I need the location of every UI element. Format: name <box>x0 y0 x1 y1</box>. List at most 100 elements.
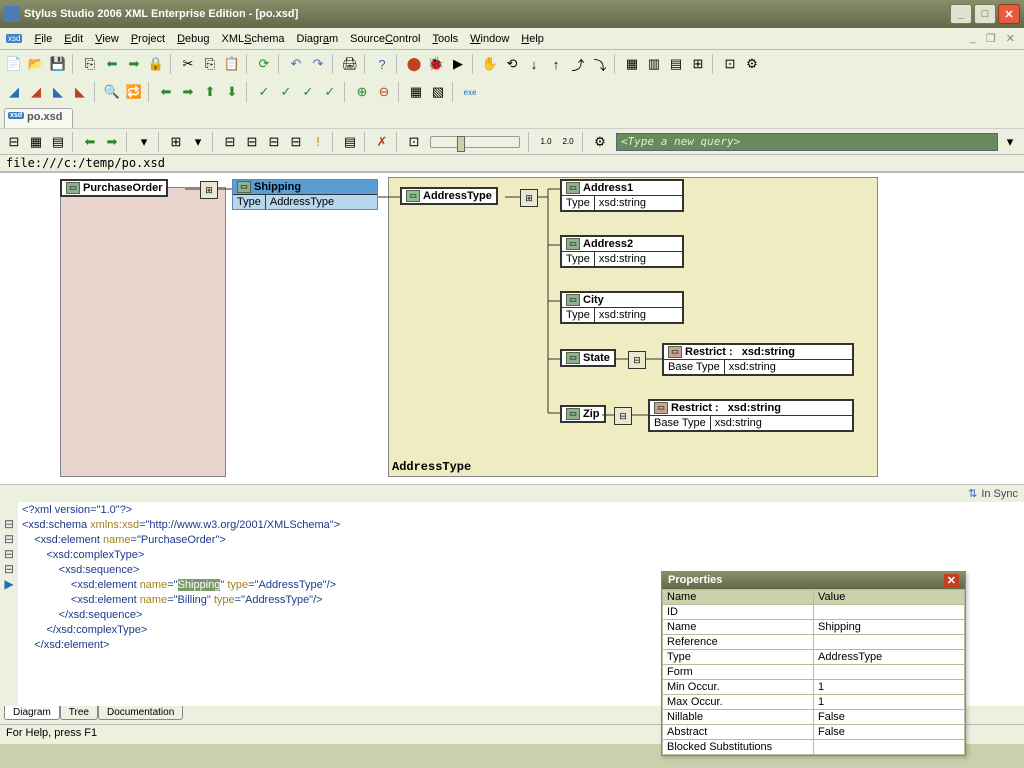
t2-icon-3[interactable]: ◣ <box>48 82 68 102</box>
debug-stop-icon[interactable]: ⬤ <box>404 54 424 74</box>
node-address2[interactable]: ▭Address2 Typexsd:string <box>560 235 684 268</box>
nav-icon[interactable]: ✋ <box>480 54 500 74</box>
t2-icon-4[interactable]: ◣ <box>70 82 90 102</box>
connector-zip[interactable]: ⊟ <box>614 407 632 425</box>
grid-icon[interactable]: ⊡ <box>720 54 740 74</box>
find-icon[interactable]: 🔍 <box>102 82 122 102</box>
sb-fwd-icon[interactable]: ➡ <box>102 132 122 152</box>
connector-po[interactable]: ⊞ <box>200 181 218 199</box>
t2-icon-5[interactable]: ⬅ <box>156 82 176 102</box>
help-icon[interactable]: ? <box>372 54 392 74</box>
node-address1[interactable]: ▭Address1 Typexsd:string <box>560 179 684 212</box>
node-city[interactable]: ▭City Typexsd:string <box>560 291 684 324</box>
fold-icon[interactable]: ⊟ <box>0 562 18 577</box>
menu-window[interactable]: Window <box>470 33 509 45</box>
t2-icon-8[interactable]: ⬇ <box>222 82 242 102</box>
fold-icon[interactable]: ⊟ <box>0 517 18 532</box>
property-row[interactable]: AbstractFalse <box>663 725 965 740</box>
xpath-dropdown-icon[interactable]: ▾ <box>1000 132 1020 152</box>
mdi-close[interactable]: ✕ <box>1003 32 1018 45</box>
nav6-icon[interactable]: ⤵ <box>590 54 610 74</box>
t2-icon-7[interactable]: ⬆ <box>200 82 220 102</box>
connector-state[interactable]: ⊟ <box>628 351 646 369</box>
sb-icon-5[interactable]: ⊞ <box>166 132 186 152</box>
sb-excl-icon[interactable]: ! <box>308 132 328 152</box>
property-row[interactable]: Reference <box>663 635 965 650</box>
sb-icon-10[interactable]: ⊟ <box>286 132 306 152</box>
replace-icon[interactable]: 🔁 <box>124 82 144 102</box>
mdi-minimize[interactable]: _ <box>967 32 979 45</box>
win4-icon[interactable]: ⊞ <box>688 54 708 74</box>
document-tab-poxsd[interactable]: po.xsd <box>4 108 73 128</box>
node-addresstype[interactable]: ▭AddressType <box>400 187 498 205</box>
copy2-icon[interactable]: ⎘ <box>200 54 220 74</box>
close-button[interactable]: ✕ <box>998 4 1020 24</box>
mdi-restore[interactable]: ❐ <box>983 32 999 45</box>
redo-icon[interactable]: ↷ <box>308 54 328 74</box>
menu-xmlschema[interactable]: XMLSchema <box>222 33 285 45</box>
sb-icon-4[interactable]: ▾ <box>134 132 154 152</box>
check1-icon[interactable]: ✓ <box>254 82 274 102</box>
nav4-icon[interactable]: ↑ <box>546 54 566 74</box>
menu-edit[interactable]: Edit <box>64 33 83 45</box>
undo-icon[interactable]: ↶ <box>286 54 306 74</box>
sb-icon-8[interactable]: ⊟ <box>242 132 262 152</box>
sb-icon-1[interactable]: ⊟ <box>4 132 24 152</box>
refresh-icon[interactable]: ⟳ <box>254 54 274 74</box>
check3-icon[interactable]: ✓ <box>298 82 318 102</box>
sb-delete-icon[interactable]: ✗ <box>372 132 392 152</box>
tab-documentation[interactable]: Documentation <box>98 706 183 720</box>
menu-tools[interactable]: Tools <box>432 33 458 45</box>
sb-icon-6[interactable]: ▾ <box>188 132 208 152</box>
t2-icon-2[interactable]: ◢ <box>26 82 46 102</box>
win1-icon[interactable]: ▦ <box>622 54 642 74</box>
fold-icon[interactable] <box>0 502 18 517</box>
menu-sourcecontrol[interactable]: SourceControl <box>350 33 420 45</box>
xpath-query-input[interactable]: <Type a new query> <box>616 133 998 151</box>
sb-icon-9[interactable]: ⊟ <box>264 132 284 152</box>
sb-icon-3[interactable]: ▤ <box>48 132 68 152</box>
maximize-button[interactable]: □ <box>974 4 996 24</box>
zoom-slider[interactable] <box>430 136 520 148</box>
exe-icon[interactable]: exe <box>460 82 480 102</box>
new-icon[interactable]: 📄 <box>4 54 24 74</box>
sb-zoom20-icon[interactable]: 2.0 <box>558 132 578 152</box>
nav2-icon[interactable]: ⟲ <box>502 54 522 74</box>
add-icon[interactable]: ⊕ <box>352 82 372 102</box>
connector-addr[interactable]: ⊞ <box>520 189 538 207</box>
print-icon[interactable]: 🖨 <box>340 54 360 74</box>
fold-icon[interactable]: ⊟ <box>0 532 18 547</box>
property-row[interactable]: NameShipping <box>663 620 965 635</box>
property-row[interactable]: ID <box>663 605 965 620</box>
code-gutter[interactable]: ⊟ ⊟ ⊟ ⊟ ▶ <box>0 502 18 706</box>
node-state[interactable]: ▭State <box>560 349 616 367</box>
property-row[interactable]: Min Occur.1 <box>663 680 965 695</box>
tab-tree[interactable]: Tree <box>60 706 98 720</box>
menu-project[interactable]: Project <box>131 33 165 45</box>
nav3-icon[interactable]: ↓ <box>524 54 544 74</box>
sb-icon-11[interactable]: ▤ <box>340 132 360 152</box>
minimize-button[interactable]: _ <box>950 4 972 24</box>
properties-close-icon[interactable]: ✕ <box>944 574 959 587</box>
check2-icon[interactable]: ✓ <box>276 82 296 102</box>
marker-icon[interactable]: ▶ <box>0 577 18 592</box>
properties-panel[interactable]: Properties ✕ NameValue ID NameShipping R… <box>661 571 966 756</box>
node-zip[interactable]: ▭Zip <box>560 405 606 423</box>
debug-play-icon[interactable]: ▶ <box>448 54 468 74</box>
nav5-icon[interactable]: ⤴ <box>568 54 588 74</box>
menu-diagram[interactable]: Diagram <box>297 33 339 45</box>
node-restrict-state[interactable]: ▭Restrict : xsd:string Base Typexsd:stri… <box>662 343 854 376</box>
menu-help[interactable]: Help <box>521 33 544 45</box>
property-row[interactable]: Blocked Substitutions <box>663 740 965 755</box>
t2-icon-10[interactable]: ▧ <box>428 82 448 102</box>
node-restrict-zip[interactable]: ▭Restrict : xsd:string Base Typexsd:stri… <box>648 399 854 432</box>
cut-icon[interactable]: ✂ <box>178 54 198 74</box>
menu-file-icon[interactable]: xsd <box>6 34 22 43</box>
property-row[interactable]: Form <box>663 665 965 680</box>
menu-view[interactable]: View <box>95 33 119 45</box>
win2-icon[interactable]: ▥ <box>644 54 664 74</box>
node-shipping[interactable]: ▭Shipping TypeAddressType <box>232 179 378 210</box>
forward-icon[interactable]: ➡ <box>124 54 144 74</box>
sb-icon-12[interactable]: ⊡ <box>404 132 424 152</box>
menu-debug[interactable]: Debug <box>177 33 209 45</box>
